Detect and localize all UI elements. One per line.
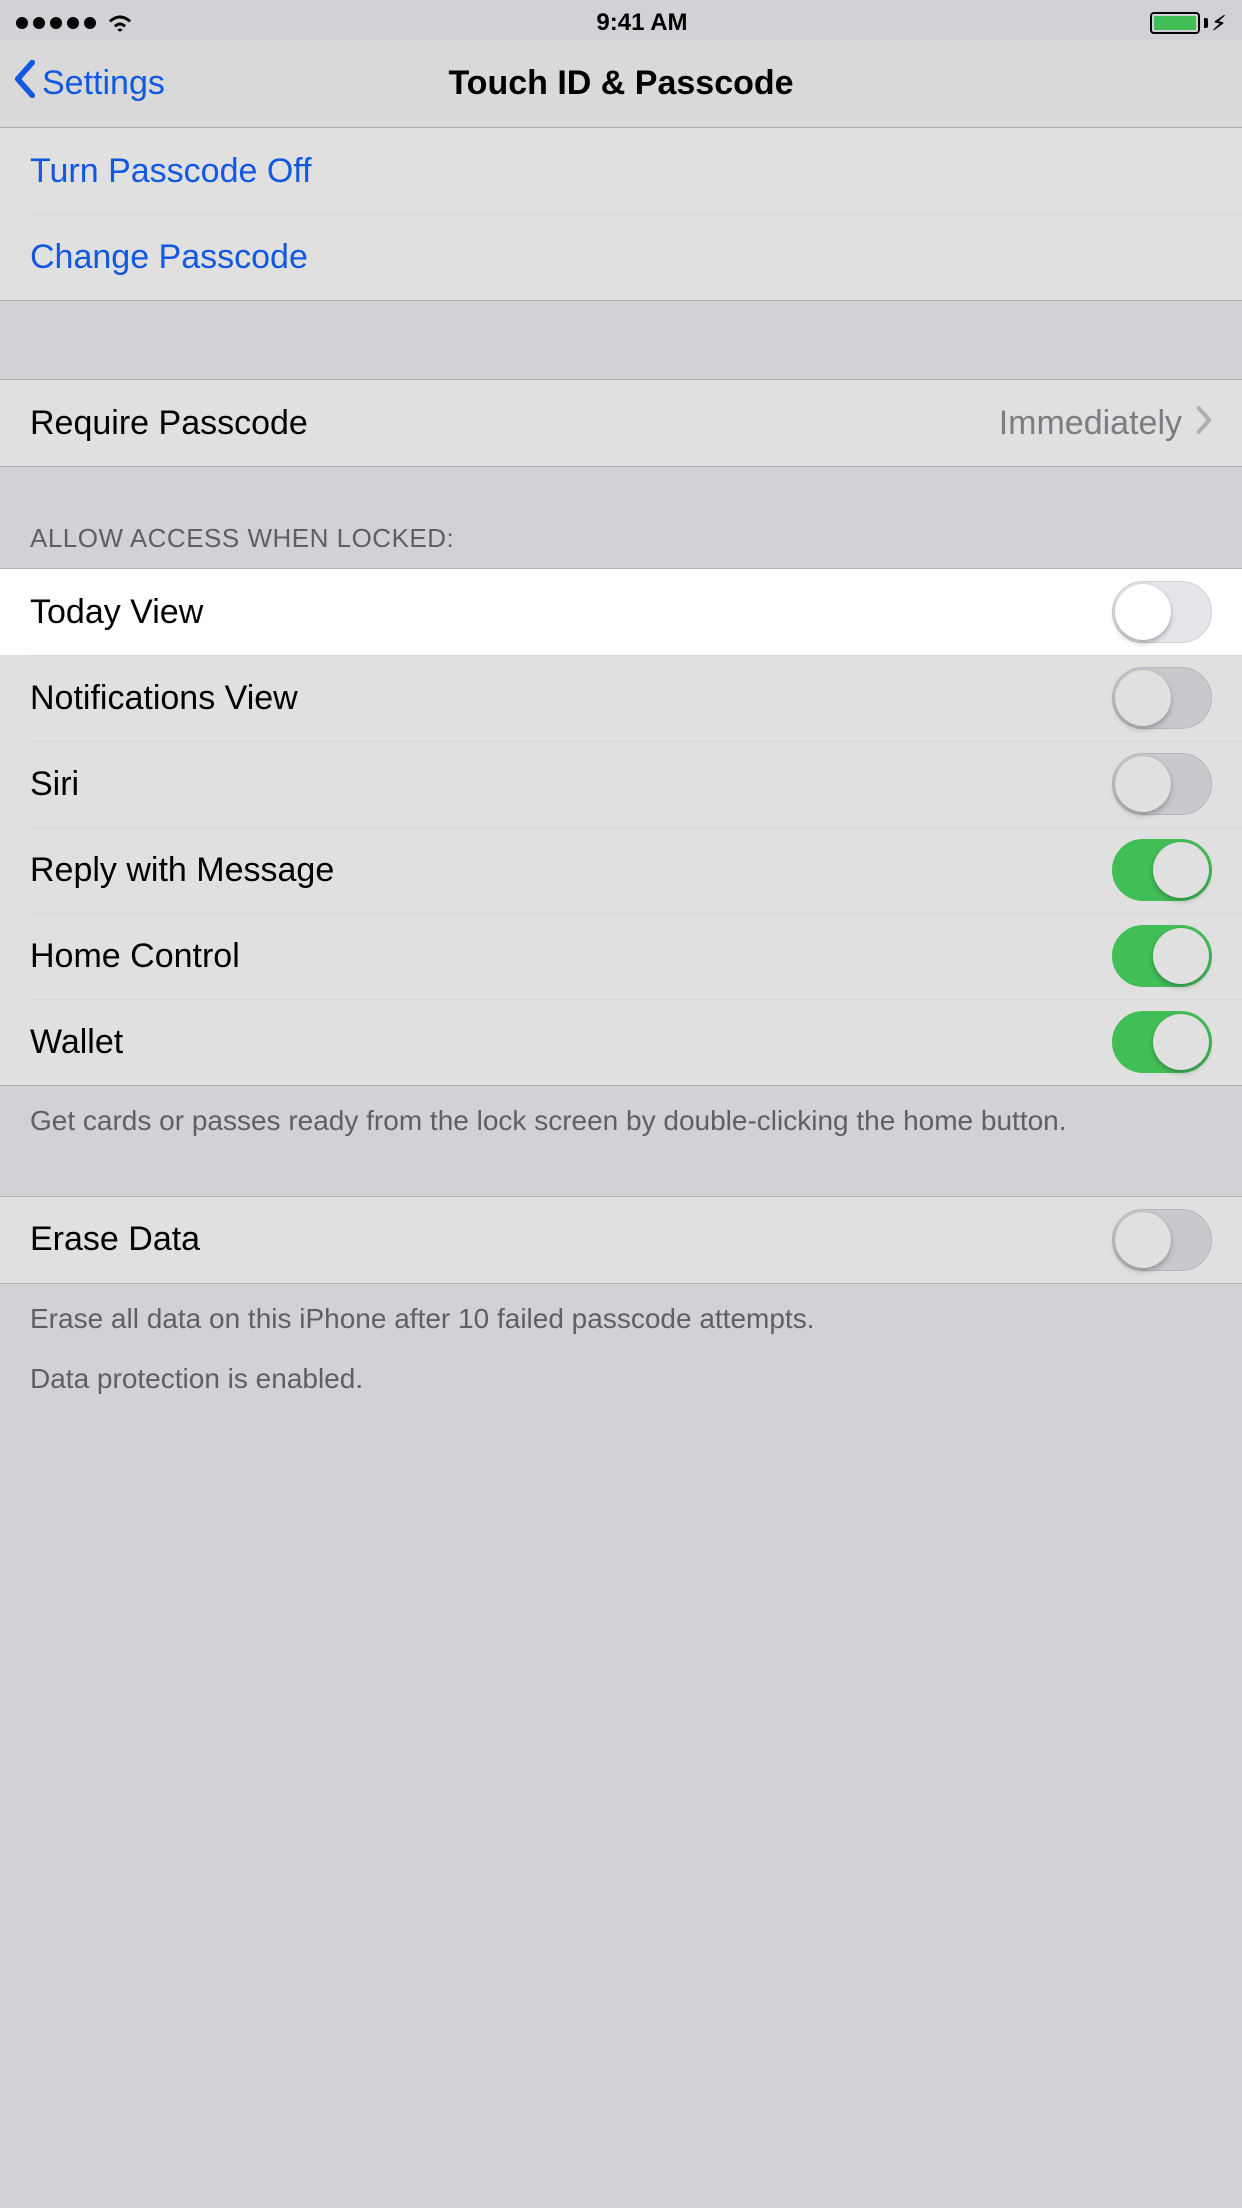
turn-passcode-off-button[interactable]: Turn Passcode Off: [0, 128, 1242, 214]
allow-access-footer: Get cards or passes ready from the lock …: [0, 1086, 1242, 1156]
back-label: Settings: [42, 64, 165, 103]
passcode-actions-group: Turn Passcode Off Change Passcode: [0, 128, 1242, 301]
home-control-label: Home Control: [30, 937, 240, 976]
require-passcode-group: Require Passcode Immediately: [0, 379, 1242, 467]
today-view-toggle[interactable]: [1112, 581, 1212, 643]
status-bar: 9:41 AM ⚡︎: [0, 0, 1242, 40]
chevron-right-icon: [1196, 404, 1212, 443]
allow-access-group: Today View Notifications View Siri Reply…: [0, 568, 1242, 1086]
page-title: Touch ID & Passcode: [0, 64, 1242, 103]
today-view-row[interactable]: Today View: [0, 569, 1242, 655]
siri-row[interactable]: Siri: [0, 741, 1242, 827]
turn-passcode-off-label: Turn Passcode Off: [30, 152, 312, 191]
chevron-left-icon: [14, 60, 36, 107]
wallet-row[interactable]: Wallet: [0, 999, 1242, 1085]
notifications-view-label: Notifications View: [30, 679, 298, 718]
erase-data-label: Erase Data: [30, 1220, 200, 1259]
wallet-toggle[interactable]: [1112, 1011, 1212, 1073]
change-passcode-label: Change Passcode: [30, 238, 308, 277]
back-button[interactable]: Settings: [0, 60, 165, 107]
home-control-row[interactable]: Home Control: [0, 913, 1242, 999]
notifications-view-row[interactable]: Notifications View: [0, 655, 1242, 741]
erase-data-footer: Erase all data on this iPhone after 10 f…: [0, 1284, 1242, 1414]
reply-with-message-toggle[interactable]: [1112, 839, 1212, 901]
require-passcode-value: Immediately: [999, 404, 1182, 443]
erase-data-footer-line1: Erase all data on this iPhone after 10 f…: [30, 1300, 1212, 1338]
change-passcode-button[interactable]: Change Passcode: [0, 214, 1242, 300]
require-passcode-label: Require Passcode: [30, 404, 308, 443]
erase-data-group: Erase Data: [0, 1196, 1242, 1284]
home-control-toggle[interactable]: [1112, 925, 1212, 987]
reply-with-message-row[interactable]: Reply with Message: [0, 827, 1242, 913]
signal-strength-icon: [16, 17, 96, 29]
reply-with-message-label: Reply with Message: [30, 851, 334, 890]
charging-icon: ⚡︎: [1212, 11, 1226, 36]
wallet-label: Wallet: [30, 1023, 123, 1062]
nav-bar: Settings Touch ID & Passcode: [0, 40, 1242, 128]
allow-access-header: ALLOW ACCESS WHEN LOCKED:: [0, 467, 1242, 568]
wifi-icon: [106, 13, 134, 33]
erase-data-footer-line2: Data protection is enabled.: [30, 1360, 1212, 1398]
siri-label: Siri: [30, 765, 79, 804]
erase-data-row[interactable]: Erase Data: [0, 1197, 1242, 1283]
today-view-label: Today View: [30, 593, 203, 632]
battery-icon: ⚡︎: [1150, 11, 1226, 36]
notifications-view-toggle[interactable]: [1112, 667, 1212, 729]
erase-data-toggle[interactable]: [1112, 1209, 1212, 1271]
siri-toggle[interactable]: [1112, 753, 1212, 815]
require-passcode-row[interactable]: Require Passcode Immediately: [0, 380, 1242, 466]
status-time: 9:41 AM: [596, 9, 687, 37]
